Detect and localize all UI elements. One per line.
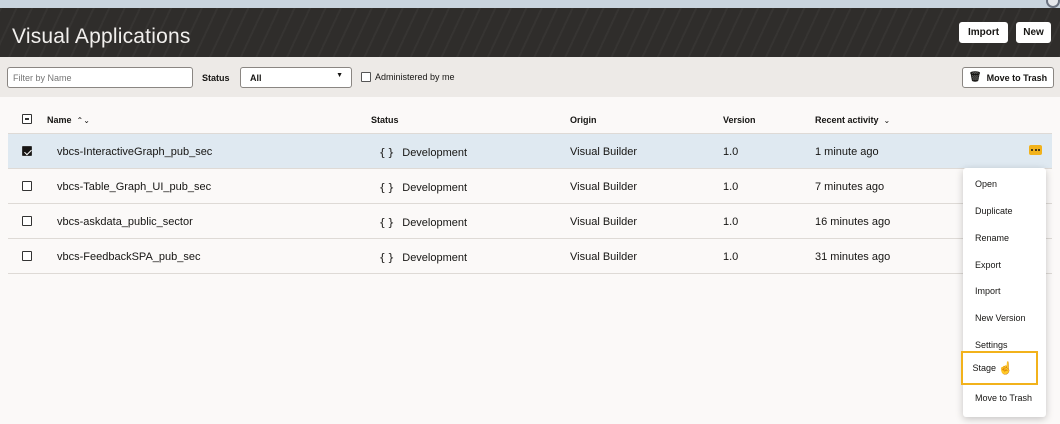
table-row[interactable]: vbcs-askdata_public_sector {} Development… bbox=[8, 203, 1052, 238]
filter-toolbar: Status All ▼ Administered by me 🗑 Move t… bbox=[0, 57, 1060, 97]
menu-item-move-to-trash[interactable]: Move to Trash bbox=[963, 385, 1046, 411]
import-button[interactable]: Import bbox=[959, 22, 1008, 43]
table-header: Name ⌃⌄ Status Origin Version Recent acti… bbox=[8, 106, 1052, 133]
move-to-trash-label: Move to Trash bbox=[986, 72, 1048, 83]
column-header-name[interactable]: Name ⌃⌄ bbox=[47, 115, 90, 125]
app-recent-activity: 7 minutes ago bbox=[815, 181, 885, 193]
row-checkbox[interactable] bbox=[22, 181, 32, 191]
app-recent-activity: 31 minutes ago bbox=[815, 251, 891, 263]
hand-pointer-icon: ☝ bbox=[998, 361, 1013, 375]
code-braces-icon: {} bbox=[379, 181, 397, 194]
app-name[interactable]: vbcs-FeedbackSPA_pub_sec bbox=[57, 251, 201, 263]
status-select-value: All bbox=[250, 72, 262, 83]
app-version: 1.0 bbox=[723, 251, 739, 263]
select-all-checkbox[interactable] bbox=[22, 114, 32, 124]
code-braces-icon: {} bbox=[379, 251, 397, 264]
code-braces-icon: {} bbox=[379, 146, 397, 159]
menu-item-open[interactable]: Open bbox=[963, 171, 1046, 197]
menu-item-stage-label: Stage bbox=[972, 363, 997, 373]
table-row[interactable]: vbcs-Table_Graph_UI_pub_sec {} Developmen… bbox=[8, 168, 1052, 203]
page-header: Visual Applications Import New bbox=[0, 8, 1060, 57]
chevron-down-icon: ▼ bbox=[336, 72, 343, 79]
menu-item-export[interactable]: Export bbox=[963, 252, 1046, 278]
row-checkbox[interactable] bbox=[22, 146, 32, 156]
row-checkbox[interactable] bbox=[22, 216, 32, 226]
column-header-recent-activity[interactable]: Recent activity ⌄ bbox=[815, 115, 890, 125]
column-header-origin: Origin bbox=[570, 115, 597, 125]
app-version: 1.0 bbox=[723, 181, 739, 193]
new-button[interactable]: New bbox=[1016, 22, 1051, 43]
sort-descending-icon[interactable]: ⌄ bbox=[884, 116, 891, 125]
app-status: {} Development bbox=[379, 216, 468, 229]
row-actions-menu-icon[interactable] bbox=[1029, 145, 1042, 155]
app-origin: Visual Builder bbox=[570, 181, 638, 193]
table-row[interactable]: vbcs-InteractiveGraph_pub_sec {} Developm… bbox=[8, 133, 1052, 168]
menu-item-duplicate[interactable]: Duplicate bbox=[963, 198, 1046, 224]
column-header-version: Version bbox=[723, 115, 756, 125]
row-checkbox[interactable] bbox=[22, 251, 32, 261]
app-name[interactable]: vbcs-InteractiveGraph_pub_sec bbox=[57, 146, 212, 158]
app-origin: Visual Builder bbox=[570, 216, 638, 228]
browser-top-strip bbox=[0, 0, 1060, 8]
status-filter-label: Status bbox=[202, 73, 230, 83]
menu-item-stage[interactable]: Stage ☝ bbox=[961, 351, 1038, 385]
trash-icon: 🗑 bbox=[968, 72, 982, 83]
app-status: {} Development bbox=[379, 181, 468, 194]
app-status: {} Development bbox=[379, 251, 468, 264]
table-divider bbox=[8, 273, 1052, 274]
app-name[interactable]: vbcs-askdata_public_sector bbox=[57, 216, 193, 228]
filter-by-name-input[interactable] bbox=[7, 67, 193, 88]
move-to-trash-button[interactable]: 🗑 Move to Trash bbox=[962, 67, 1054, 88]
app-recent-activity: 1 minute ago bbox=[815, 146, 879, 158]
menu-item-new-version[interactable]: New Version bbox=[963, 305, 1046, 331]
avatar[interactable] bbox=[1046, 0, 1060, 8]
column-header-status: Status bbox=[371, 115, 399, 125]
row-context-menu: Open Duplicate Rename Export Import New … bbox=[961, 168, 1046, 417]
app-version: 1.0 bbox=[723, 216, 739, 228]
app-version: 1.0 bbox=[723, 146, 739, 158]
code-braces-icon: {} bbox=[379, 216, 397, 229]
app-name[interactable]: vbcs-Table_Graph_UI_pub_sec bbox=[57, 181, 211, 193]
app-status: {} Development bbox=[379, 146, 468, 159]
sort-icon[interactable]: ⌃⌄ bbox=[77, 116, 90, 125]
status-select[interactable]: All ▼ bbox=[240, 67, 352, 88]
page-title: Visual Applications bbox=[12, 25, 191, 48]
administered-by-me-label[interactable]: Administered by me bbox=[375, 72, 455, 82]
administered-by-me-checkbox[interactable] bbox=[361, 72, 371, 82]
app-origin: Visual Builder bbox=[570, 251, 638, 263]
menu-item-rename[interactable]: Rename bbox=[963, 225, 1046, 251]
menu-item-import[interactable]: Import bbox=[963, 278, 1046, 304]
app-origin: Visual Builder bbox=[570, 146, 638, 158]
table-row[interactable]: vbcs-FeedbackSPA_pub_sec {} Development V… bbox=[8, 238, 1052, 273]
app-recent-activity: 16 minutes ago bbox=[815, 216, 891, 228]
